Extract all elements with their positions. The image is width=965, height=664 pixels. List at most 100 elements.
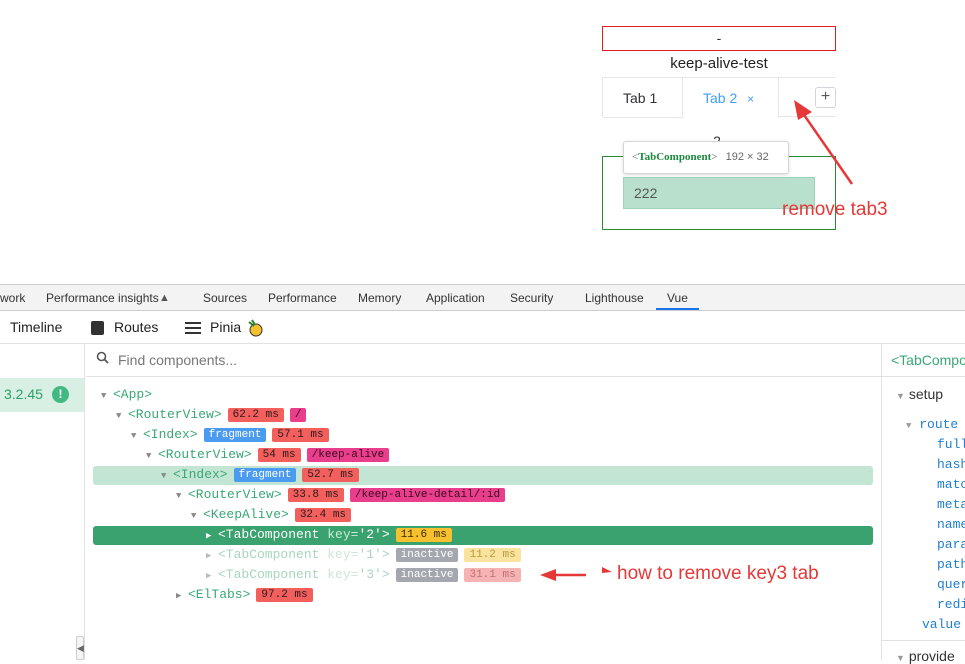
state-field[interactable]: name bbox=[937, 517, 965, 532]
render-time-badge: 57.1 ms bbox=[272, 428, 329, 442]
collapse-arrow-icon[interactable]: ▼ bbox=[116, 407, 128, 425]
tree-node-keepalive[interactable]: ▼ <KeepAlive> 32.4 ms bbox=[191, 506, 352, 525]
node-key-value: '1' bbox=[358, 547, 382, 562]
devtools-tab-security[interactable]: Security bbox=[510, 285, 553, 311]
node-label: <KeepAlive> bbox=[203, 507, 289, 522]
collapse-arrow-icon[interactable]: ▼ bbox=[146, 447, 158, 465]
tree-node-index-hovered[interactable]: ▼ <Index> fragment 52.7 ms bbox=[161, 466, 359, 484]
panel-resize-handle[interactable]: ◀ bbox=[76, 636, 84, 660]
render-time-badge: 31.1 ms bbox=[464, 568, 521, 582]
render-time-badge: 33.8 ms bbox=[287, 488, 344, 502]
node-key-attr: key= bbox=[319, 547, 359, 562]
node-label: <RouterView> bbox=[158, 447, 252, 462]
timeline-button[interactable]: Timeline bbox=[10, 311, 62, 343]
node-key-value: '2' bbox=[358, 527, 382, 542]
annotation-how-to-remove: how to remove key3 tab bbox=[617, 563, 819, 584]
routes-button[interactable]: Routes bbox=[114, 311, 158, 343]
tooltip-size: 192 × 32 bbox=[725, 151, 769, 163]
annotation-arrow-icon bbox=[794, 100, 854, 185]
collapse-arrow-icon[interactable]: ▼ bbox=[131, 427, 143, 445]
state-field[interactable]: value bbox=[922, 617, 961, 632]
render-time-badge: 54 ms bbox=[257, 448, 301, 462]
active-tab-indicator bbox=[656, 308, 699, 310]
tree-node-routerview[interactable]: ▼ <RouterView> 54 ms/keep-alive bbox=[146, 446, 390, 465]
tree-node-eltabs[interactable]: ▶ <ElTabs> 97.2 ms bbox=[176, 586, 313, 604]
route-badge: /keep-alive bbox=[306, 448, 390, 462]
collapse-arrow-icon[interactable]: ▼ bbox=[161, 467, 173, 485]
tab-2[interactable]: Tab 2 × bbox=[683, 78, 779, 118]
selected-component-name: <TabCompo bbox=[882, 344, 965, 377]
node-label: <Index> bbox=[143, 427, 198, 442]
vue-devtools-toolbar: Timeline Routes Pinia bbox=[0, 311, 965, 344]
state-field[interactable]: quer bbox=[937, 577, 965, 592]
devtools-tab-application[interactable]: Application bbox=[426, 285, 485, 311]
devtools-tab-sources[interactable]: Sources bbox=[203, 285, 247, 311]
route-badge: /keep-alive-detail/:id bbox=[349, 488, 506, 502]
pinia-icon bbox=[185, 311, 201, 343]
debug-text-box: - bbox=[602, 26, 836, 51]
inactive-badge: inactive bbox=[395, 548, 459, 562]
node-label-end: > bbox=[381, 567, 390, 582]
setup-section[interactable]: ▼ setup bbox=[896, 386, 943, 402]
collapse-arrow-icon[interactable]: ▼ bbox=[191, 507, 203, 525]
render-time-badge: 11.6 ms bbox=[395, 528, 452, 542]
routes-icon bbox=[91, 311, 104, 343]
expand-arrow-icon[interactable]: ▶ bbox=[206, 527, 218, 545]
expand-arrow-icon[interactable]: ▶ bbox=[176, 587, 188, 605]
tree-node-routerview[interactable]: ▼ <RouterView> 33.8 ms/keep-alive-detail/:… bbox=[176, 486, 506, 505]
collapse-arrow-icon: ▼ bbox=[906, 421, 912, 431]
fragment-badge: fragment bbox=[203, 428, 267, 442]
state-field[interactable]: para bbox=[937, 537, 965, 552]
pineapple-icon bbox=[246, 311, 264, 343]
route-badge: / bbox=[289, 408, 307, 422]
devtools-tab-memory[interactable]: Memory bbox=[358, 285, 401, 311]
state-field[interactable]: redi bbox=[937, 597, 965, 612]
render-time-badge: 32.4 ms bbox=[294, 508, 352, 522]
route-label: route bbox=[919, 417, 959, 432]
collapse-arrow-icon[interactable]: ▼ bbox=[176, 487, 188, 505]
collapse-arrow-icon: ▼ bbox=[896, 391, 905, 401]
tree-node-tabcomponent-inactive[interactable]: ▶ <TabComponent key='3'> inactive 31.1 ms bbox=[206, 566, 521, 584]
inactive-badge: inactive bbox=[395, 568, 459, 582]
state-field[interactable]: path bbox=[937, 557, 965, 572]
tooltip-component-name: TabComponent bbox=[638, 151, 712, 163]
tab-1[interactable]: Tab 1 bbox=[603, 78, 683, 118]
render-time-badge: 52.7 ms bbox=[302, 468, 359, 482]
state-field[interactable]: matc bbox=[937, 477, 965, 492]
devtools-tab-performance[interactable]: Performance bbox=[268, 285, 337, 311]
devtools-tab-performance-insights[interactable]: Performance insights bbox=[46, 285, 159, 311]
node-label: <RouterView> bbox=[128, 407, 222, 422]
close-icon[interactable]: × bbox=[747, 92, 754, 106]
expand-arrow-icon[interactable]: ▶ bbox=[206, 547, 218, 565]
flask-icon: ▲ bbox=[159, 292, 170, 304]
node-label: <TabComponent bbox=[218, 547, 320, 562]
devtools-tab-network[interactable]: work bbox=[0, 285, 25, 311]
search-input[interactable] bbox=[118, 349, 518, 371]
node-label-end: > bbox=[381, 547, 390, 562]
route-field[interactable]: ▼ route bbox=[906, 417, 958, 432]
devtools-tab-lighthouse[interactable]: Lighthouse bbox=[585, 285, 644, 311]
state-field[interactable]: hash bbox=[937, 457, 965, 472]
tree-node-tabcomponent-selected[interactable]: ▶ <TabComponent key='2'> 11.6 ms bbox=[206, 526, 452, 544]
devtools-tab-bar: work Performance insights ▲ Sources Perf… bbox=[0, 284, 965, 311]
search-icon bbox=[96, 351, 109, 364]
expand-arrow-icon[interactable]: ▶ bbox=[206, 567, 218, 585]
annotation-arrow-icon bbox=[540, 567, 612, 581]
collapse-arrow-icon[interactable]: ▼ bbox=[101, 387, 113, 405]
pinia-button[interactable]: Pinia bbox=[210, 311, 241, 343]
tree-node-app[interactable]: ▼ <App> bbox=[101, 386, 152, 404]
tree-node-tabcomponent-inactive[interactable]: ▶ <TabComponent key='1'> inactive 11.2 ms bbox=[206, 546, 521, 564]
state-field[interactable]: meta bbox=[937, 497, 965, 512]
alert-icon: ! bbox=[52, 386, 69, 403]
setup-label: setup bbox=[908, 386, 944, 402]
tree-node-index[interactable]: ▼ <Index> fragment 57.1 ms bbox=[131, 426, 329, 444]
section-divider bbox=[882, 640, 965, 641]
tree-node-routerview[interactable]: ▼ <RouterView> 62.2 ms / bbox=[116, 406, 307, 425]
node-key-attr: key= bbox=[319, 567, 359, 582]
collapse-arrow-icon: ▼ bbox=[896, 653, 905, 663]
component-inspect-tooltip: <TabComponent> 192 × 32 bbox=[623, 141, 789, 174]
provided-section[interactable]: ▼ provide bbox=[896, 648, 955, 664]
node-label-end: > bbox=[381, 527, 390, 542]
state-field[interactable]: full bbox=[937, 437, 965, 452]
app-title: keep-alive-test bbox=[670, 55, 768, 72]
